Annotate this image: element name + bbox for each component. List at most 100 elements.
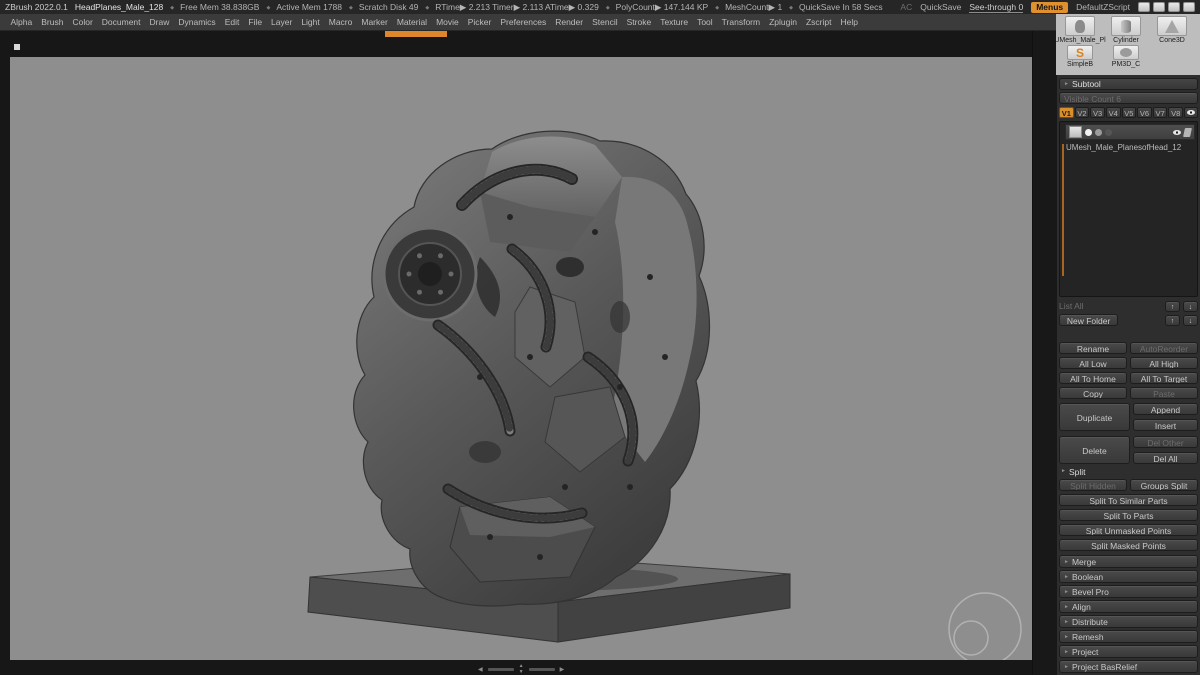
menu-movie[interactable]: Movie (432, 17, 464, 27)
menu-preferences[interactable]: Preferences (496, 17, 551, 27)
list-all-button[interactable]: List All (1059, 301, 1084, 311)
tab-v4[interactable]: V4 (1105, 107, 1121, 118)
split-section-header[interactable]: ► Split (1059, 466, 1198, 477)
copy-button[interactable]: Copy (1059, 387, 1127, 399)
tab-v7[interactable]: V7 (1152, 107, 1168, 118)
all-low-button[interactable]: All Low (1059, 357, 1127, 369)
all-high-button[interactable]: All High (1130, 357, 1198, 369)
remesh-section[interactable]: ► Remesh (1059, 630, 1198, 643)
canvas-scroll-controls[interactable]: ◀ ▲ ▼ ▶ (478, 664, 564, 675)
tool-thumb-pm3d[interactable]: PM3D_C (1104, 45, 1148, 68)
tab-v6[interactable]: V6 (1137, 107, 1152, 118)
split-similar-button[interactable]: Split To Similar Parts (1059, 494, 1198, 506)
sculpt-brush-icon[interactable] (1183, 127, 1192, 137)
split-to-parts-button[interactable]: Split To Parts (1059, 509, 1198, 521)
tool-thumb-simpleb[interactable]: S SimpleB (1058, 45, 1102, 68)
menus-button[interactable]: Menus (1031, 1, 1069, 13)
eye-icon[interactable] (1184, 107, 1198, 118)
menu-zplugin[interactable]: Zplugin (765, 17, 802, 27)
move-down-icon[interactable]: ↓ (1183, 314, 1198, 326)
document-icon[interactable] (1138, 2, 1150, 12)
merge-section[interactable]: ► Merge (1059, 555, 1198, 568)
new-folder-button[interactable]: New Folder (1059, 314, 1119, 326)
tab-v8[interactable]: V8 (1168, 107, 1183, 118)
append-button[interactable]: Append (1133, 403, 1198, 415)
menu-tool[interactable]: Tool (693, 17, 718, 27)
nav-gizmo[interactable] (948, 592, 1022, 660)
menu-stencil[interactable]: Stencil (588, 17, 623, 27)
polypaint-swatch-icon[interactable] (1085, 128, 1092, 136)
menu-marker[interactable]: Marker (357, 17, 392, 27)
boolean-section[interactable]: ► Boolean (1059, 570, 1198, 583)
split-hidden-button[interactable]: Split Hidden (1059, 479, 1127, 491)
texture-icon[interactable] (1153, 2, 1165, 12)
pen-icon[interactable] (1168, 2, 1180, 12)
menu-edit[interactable]: Edit (220, 17, 244, 27)
menu-render[interactable]: Render (551, 17, 588, 27)
menu-zscript[interactable]: Zscript (801, 17, 836, 27)
h-scrollbar[interactable] (487, 668, 514, 671)
split-masked-button[interactable]: Split Masked Points (1059, 539, 1198, 551)
viewport-3d[interactable] (10, 57, 1032, 660)
tab-v3[interactable]: V3 (1090, 107, 1105, 118)
split-unmasked-button[interactable]: Split Unmasked Points (1059, 524, 1198, 536)
right-tray-divider[interactable] (1032, 31, 1058, 675)
insert-button[interactable]: Insert (1133, 419, 1198, 431)
del-all-button[interactable]: Del All (1133, 452, 1198, 464)
menu-stroke[interactable]: Stroke (622, 17, 656, 27)
tab-v5[interactable]: V5 (1121, 107, 1137, 118)
distribute-section[interactable]: ► Distribute (1059, 615, 1198, 628)
subtool-item[interactable] (1065, 124, 1195, 140)
quicksave-button[interactable]: QuickSave (920, 2, 961, 12)
tab-v1[interactable]: V1 (1059, 107, 1074, 118)
scroll-down-icon[interactable]: ▼ (519, 670, 524, 675)
default-zscript-button[interactable]: DefaultZScript (1076, 2, 1130, 12)
project-basrelief-section[interactable]: ► Project BasRelief (1059, 660, 1198, 673)
tool-thumb-umesh[interactable]: UMesh_Male_Pl (1054, 16, 1106, 44)
material-swatch-icon[interactable] (1095, 128, 1102, 136)
scroll-left-icon[interactable]: ◀ (478, 667, 483, 673)
all-to-home-button[interactable]: All To Home (1059, 372, 1127, 384)
duplicate-button[interactable]: Duplicate (1059, 403, 1130, 431)
menu-transform[interactable]: Transform (717, 17, 764, 27)
rename-button[interactable]: Rename (1059, 342, 1127, 354)
menu-light[interactable]: Light (297, 17, 324, 27)
move-to-bottom-icon[interactable]: ↓ (1183, 300, 1198, 312)
menu-color[interactable]: Color (68, 17, 97, 27)
groups-split-button[interactable]: Groups Split (1130, 479, 1198, 491)
del-other-button[interactable]: Del Other (1133, 436, 1198, 448)
see-through-slider[interactable]: See-through 0 (969, 2, 1024, 13)
h-scrollbar-2[interactable] (528, 668, 555, 671)
menu-picker[interactable]: Picker (463, 17, 496, 27)
tool-thumb-cylinder[interactable]: Cylinder (1104, 16, 1148, 44)
menu-texture[interactable]: Texture (656, 17, 693, 27)
menu-alpha[interactable]: Alpha (6, 17, 37, 27)
project-section[interactable]: ► Project (1059, 645, 1198, 658)
bevel-pro-section[interactable]: ► Bevel Pro (1059, 585, 1198, 598)
menu-document[interactable]: Document (97, 17, 145, 27)
delete-button[interactable]: Delete (1059, 436, 1130, 464)
menu-draw[interactable]: Draw (145, 17, 174, 27)
menu-dynamics[interactable]: Dynamics (174, 17, 220, 27)
tool-thumb-cone[interactable]: Cone3D (1150, 16, 1194, 44)
paste-button[interactable]: Paste (1130, 387, 1198, 399)
eraser-icon[interactable] (1183, 2, 1195, 12)
scroll-right-icon[interactable]: ▶ (560, 667, 565, 673)
tab-v2[interactable]: V2 (1074, 107, 1090, 118)
autoreorder-button[interactable]: AutoReorder (1130, 342, 1198, 354)
subtool-list[interactable]: UMesh_Male_PlanesofHead_12 (1059, 121, 1198, 297)
menu-brush[interactable]: Brush (37, 17, 68, 27)
menu-material[interactable]: Material (392, 17, 431, 27)
all-to-target-button[interactable]: All To Target (1130, 372, 1198, 384)
menu-help[interactable]: Help (836, 17, 862, 27)
left-tray-handle[interactable] (14, 44, 20, 50)
align-section[interactable]: ► Align (1059, 600, 1198, 613)
menu-layer[interactable]: Layer (267, 17, 297, 27)
visibility-eye-icon[interactable] (1173, 129, 1181, 135)
subtool-header[interactable]: ► Subtool (1059, 78, 1198, 90)
move-up-icon[interactable]: ↑ (1165, 314, 1180, 326)
sculpt-canvas[interactable] (10, 57, 1032, 660)
texture-swatch-icon[interactable] (1105, 128, 1112, 136)
menu-file[interactable]: File (244, 17, 267, 27)
move-to-top-icon[interactable]: ↑ (1165, 300, 1180, 312)
